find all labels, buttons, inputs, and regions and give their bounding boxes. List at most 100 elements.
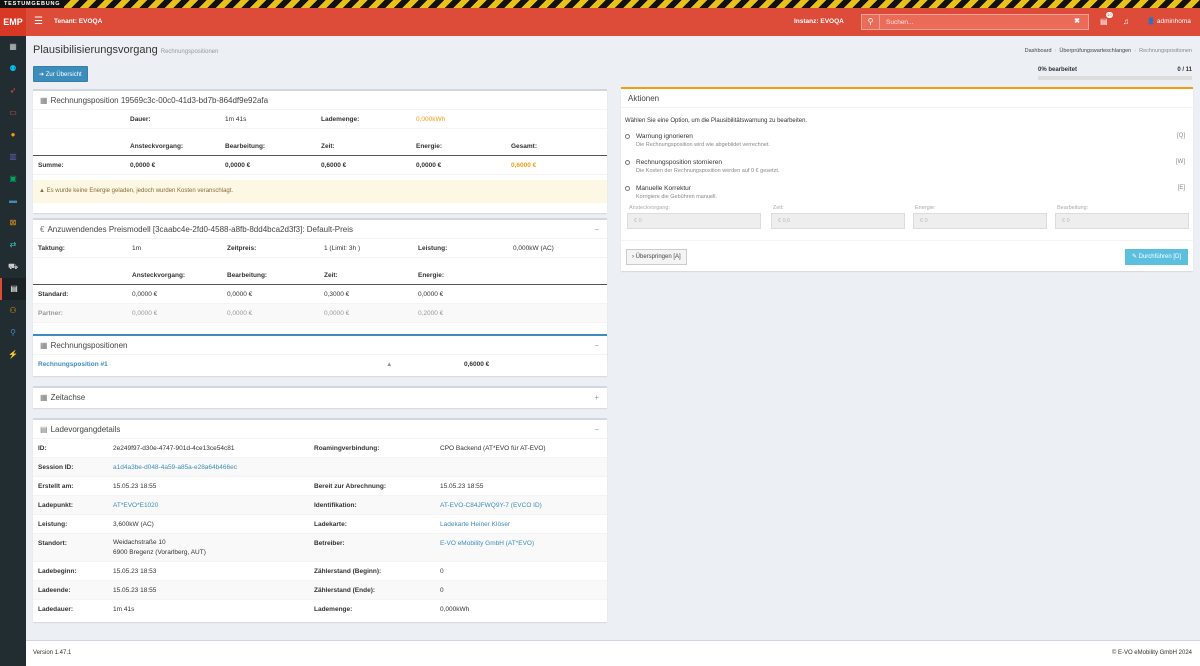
taktung-value: 1m [132,245,142,252]
radio-cancel[interactable] [625,160,630,165]
lademenge-label: Lademenge: [321,116,360,123]
corr-energie-input[interactable]: € 0 [913,213,1047,229]
standard-bearbeitung: 0,0000 € [227,291,253,298]
rocket-icon[interactable]: ➶ [0,80,26,102]
tenant-label[interactable]: Tenant: EVOQA [54,8,102,36]
option-ignore-desc: Die Rechnungsposition wird wie abgebilde… [636,142,770,148]
lv-id-value: 2e249f97-d30e-4747-901d-4ce13ce54c81 [113,445,235,452]
radio-manual[interactable] [625,186,630,191]
coins-icon[interactable]: ● [0,124,26,146]
bell-icon[interactable]: ♫ [1123,15,1129,29]
map-icon[interactable]: ⊠ [0,212,26,234]
warning-icon: ▲ [386,361,393,368]
pm-col-bearbeitung: Bearbeitung: [227,272,268,279]
lv-standort-value: Weidachstraße 10 6900 Bregenz (Vorarlberg… [113,538,206,558]
back-to-overview-button[interactable]: ➜ Zur Übersicht [33,66,88,82]
col-zeit: Zeit: [321,143,335,150]
clear-search-icon[interactable]: ✖ [1074,15,1080,29]
lv-ready-label: Bereit zur Abrechnung: [314,483,386,490]
user-icon[interactable]: ⚲ [0,322,26,344]
invoice-icon[interactable]: ▤ [0,278,26,300]
lv-ende-label: Ladeende: [38,587,71,594]
plug-icon[interactable]: ⚡ [0,344,26,366]
warning-icon: ▲ [39,188,45,194]
zeitachse-box: ▦ Zeitachse + [33,386,607,408]
lademenge-value: 0,000kWh [416,116,446,123]
lv-session-label: Session ID: [38,464,74,471]
lv-ladekarte-link[interactable]: Ladekarte Heiner Klöser [440,515,510,534]
id-card-icon[interactable]: ▭ [0,102,26,124]
user-menu[interactable]: 👤 adminhoma [1147,8,1191,36]
copyright-label: © E-VO eMobility GmbH 2024 [1111,650,1192,656]
breadcrumb-current: Rechnungspositionen [1139,48,1192,54]
lv-lademenge-value: 0,000kWh [440,606,470,613]
radio-ignore[interactable] [625,134,630,139]
lv-session-link[interactable]: a1d4a3be-d048-4a59-a85a-e28a64b466ec [113,458,237,477]
corr-zeit-label: Zeit: [773,205,784,211]
corr-zeit-input[interactable]: € 0,6 [771,213,905,229]
corr-ansteck-input[interactable]: € 0 [627,213,761,229]
lv-id-label: ID: [38,445,47,452]
expand-icon[interactable]: + [594,388,599,407]
lv-ladepunkt-link[interactable]: AT*EVO*E1020 [113,496,158,515]
lv-dauer-value: 1m 41s [113,606,135,613]
car-icon[interactable]: ⛟ [0,256,26,278]
collapse-icon[interactable]: − [594,220,599,239]
group-icon[interactable]: ⚇ [0,300,26,322]
standard-energie: 0,0000 € [418,291,444,298]
lv-street: Weidachstraße 10 [113,539,166,546]
lv-zaehler-beginn-value: 0 [440,568,444,575]
summe-label: Summe: [38,162,64,169]
lv-created-label: Erstellt am: [38,483,74,490]
lv-roaming-label: Roamingverbindung: [314,445,380,452]
execute-button[interactable]: ✎ Durchführen [D] [1124,249,1188,265]
app-logo[interactable]: EMP [0,8,26,36]
breadcrumb-dashboard[interactable]: Dashboard [1025,48,1052,54]
search-input[interactable] [886,16,1066,28]
sidebar: ▦ ⚉ ➶ ▭ ● ▥ ▣ ▬ ⊠ ⇄ ⛟ ▤ ⚇ ⚲ ⚡ [0,36,26,666]
standard-label: Standard: [38,291,69,298]
progress-count: 0 / 11 [1177,67,1192,73]
search-icon[interactable]: ⚲ [862,15,880,29]
lv-ende-value: 15.05.23 18:55 [113,587,157,594]
partner-bearbeitung: 0,0000 € [227,310,253,317]
exchange-icon[interactable]: ⇄ [0,234,26,256]
rechnungsposition-link[interactable]: Rechnungsposition #1 [38,355,108,374]
footer: Version 1.47.1 © E-VO eMobility GmbH 202… [26,640,1200,666]
money-icon[interactable]: ▣ [0,168,26,190]
dashboard-icon[interactable]: ▦ [0,36,26,58]
dauer-label: Dauer: [130,116,151,123]
lv-beginn-value: 15.05.23 18:53 [113,568,157,575]
lv-betreiber-link[interactable]: E-VO eMobility GmbH (AT*EVO) [440,534,534,553]
users-icon[interactable]: ⚉ [0,58,26,80]
battery-icon[interactable]: ▬ [0,190,26,212]
lv-created-value: 15.05.23 18:55 [113,483,157,490]
warning-alert: ▲ Es wurde keine Energie geladen, jedoch… [33,180,607,203]
lv-dauer-label: Ladedauer: [38,606,74,613]
notifications-icon[interactable]: ▤ 10 [1100,12,1113,29]
corr-bearbeitung-input[interactable]: € 0 [1055,213,1189,229]
calculator-icon[interactable]: ▥ [0,146,26,168]
page-title: Plausibilisierungsvorgang Rechnungspositi… [33,44,219,56]
zeitachse-header[interactable]: ▦ Zeitachse + [33,388,607,407]
collapse-icon[interactable]: − [594,420,599,439]
breadcrumb: Dashboard › Überprüfungswarteschlangen › Rec… [1024,48,1192,54]
option-ignore-label: Warnung ignorieren [636,133,693,140]
summe-bearbeitung: 0,0000 € [225,162,251,169]
environment-banner: TESTUMGEBUNG [0,0,1200,8]
col-energie: Energie: [416,143,443,150]
breadcrumb-queues[interactable]: Überprüfungswarteschlangen [1059,48,1131,54]
lv-ident-link[interactable]: AT-EVO-C84JFWQ9Y-7 (EVCO ID) [440,496,542,515]
partner-energie: 0,2000 € [418,310,444,317]
lv-ladekarte-label: Ladekarte: [314,521,347,528]
collapse-icon[interactable]: − [594,336,599,355]
col-gesamt: Gesamt: [511,143,538,150]
progress-label: 0% bearbeitet [1038,67,1078,73]
menu-toggle-icon[interactable]: ☰ [34,14,43,30]
option-manual-label: Manuelle Korrektur [636,185,691,192]
standard-zeit: 0,3000 € [324,291,350,298]
rechnungspositionen-header: ▦ Rechnungspositionen − [33,336,607,355]
lv-city: 6900 Bregenz (Vorarlberg, AUT) [113,549,206,556]
skip-button[interactable]: › Überspringen [A] [626,249,687,265]
global-search: ⚲ ✖ [861,14,1089,30]
